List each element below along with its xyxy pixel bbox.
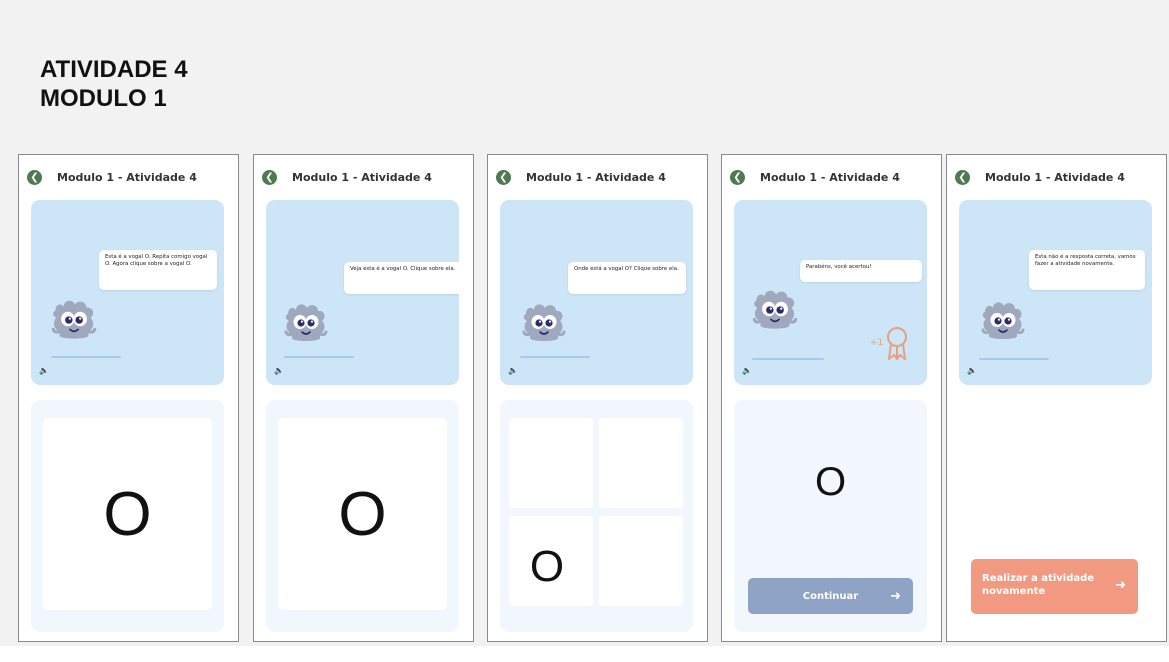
screen-header: ❮ Modulo 1 - Atividade 4 [262,167,467,187]
back-arrow-icon[interactable]: ❮ [730,169,745,185]
grid-option-2[interactable] [599,418,683,508]
speaker-icon[interactable]: 🔈 [742,366,752,375]
letter-option[interactable]: O [278,418,447,610]
character-card: Parabéns, você acertou! +1 🔈 [734,200,927,385]
bottom-strip [0,646,1169,662]
activity-title: ATIVIDADE 4 [40,56,188,83]
mascot-icon [276,292,336,352]
answer-display: O [734,460,927,505]
mascot-icon [514,292,574,352]
continue-label: Continuar [802,590,859,602]
screen-header: ❮ Modulo 1 - Atividade 4 [955,167,1160,187]
ribbon-medal-icon [887,327,907,360]
character-card: Veja esta é a vogal O. Clique sobre ela.… [266,200,459,385]
back-arrow-icon[interactable]: ❮ [262,169,277,185]
screen-4: ❮ Modulo 1 - Atividade 4 Parabéns, você … [721,154,942,642]
arrow-right-icon: ➜ [890,588,901,604]
letter-option[interactable]: O [43,418,212,610]
reward-points: +1 [870,338,884,348]
speech-bubble: Esta não é a resposta correta, vamos faz… [1029,250,1145,290]
character-card: Esta é a vogal O. Repita comigo vogal O.… [31,200,224,385]
answer-area: O Continuar ➜ [734,400,927,632]
screen-title: Modulo 1 - Atividade 4 [985,170,1125,184]
letter-o: O [814,460,847,504]
ground-line [284,356,354,358]
answer-area: O [500,400,693,632]
grid-option-4[interactable] [599,516,683,606]
grid-option-1[interactable] [509,418,593,508]
speaker-icon[interactable]: 🔈 [967,366,977,375]
back-arrow-icon[interactable]: ❮ [955,169,970,185]
answer-area: O [31,400,224,632]
screen-title: Modulo 1 - Atividade 4 [292,170,432,184]
ground-line [520,356,590,358]
speaker-icon[interactable]: 🔈 [508,366,518,375]
speech-bubble: Esta é a vogal O. Repita comigo vogal O.… [99,250,217,290]
screen-title: Modulo 1 - Atividade 4 [57,170,197,184]
screen-title: Modulo 1 - Atividade 4 [760,170,900,184]
page-title: ATIVIDADE 4 MODULO 1 [40,55,188,113]
screen-3: ❮ Modulo 1 - Atividade 4 Onde está a vog… [487,154,708,642]
speech-bubble: Parabéns, você acertou! [800,260,922,282]
ground-line [979,358,1049,360]
screen-title: Modulo 1 - Atividade 4 [526,170,666,184]
speaker-icon[interactable]: 🔈 [39,366,49,375]
mascot-icon [43,288,105,350]
screen-5: ❮ Modulo 1 - Atividade 4 Esta não é a re… [946,154,1167,642]
screen-header: ❮ Modulo 1 - Atividade 4 [730,167,935,187]
grid-option-3[interactable]: O [509,516,593,606]
screen-1: ❮ Modulo 1 - Atividade 4 Esta é a vogal … [18,154,239,642]
speech-bubble: Veja esta é a vogal O. Clique sobre ela. [344,262,459,294]
back-arrow-icon[interactable]: ❮ [496,169,511,185]
answer-area: O [266,400,459,632]
back-arrow-icon[interactable]: ❮ [27,169,42,185]
module-title: MODULO 1 [40,85,167,112]
mascot-icon [744,278,806,340]
ground-line [51,356,121,358]
screen-2: ❮ Modulo 1 - Atividade 4 Veja esta é a v… [253,154,474,642]
letter-o: O [338,479,387,549]
letter-o: O [103,479,152,549]
mascot-icon [973,290,1033,350]
speaker-icon[interactable]: 🔈 [274,366,284,375]
character-card: Esta não é a resposta correta, vamos faz… [959,200,1152,385]
character-card: Onde está a vogal O? Clique sobre ela. 🔈 [500,200,693,385]
screen-header: ❮ Modulo 1 - Atividade 4 [27,167,232,187]
retry-label: Realizar a atividade novamente [982,573,1095,597]
screen-header: ❮ Modulo 1 - Atividade 4 [496,167,701,187]
speech-bubble: Onde está a vogal O? Clique sobre ela. [568,262,686,294]
continue-button[interactable]: Continuar ➜ [748,578,913,614]
retry-button[interactable]: Realizar a atividade novamente ➜ [971,559,1138,614]
letter-o: O [529,542,565,591]
arrow-right-icon: ➜ [1115,578,1126,593]
ground-line [752,358,824,360]
